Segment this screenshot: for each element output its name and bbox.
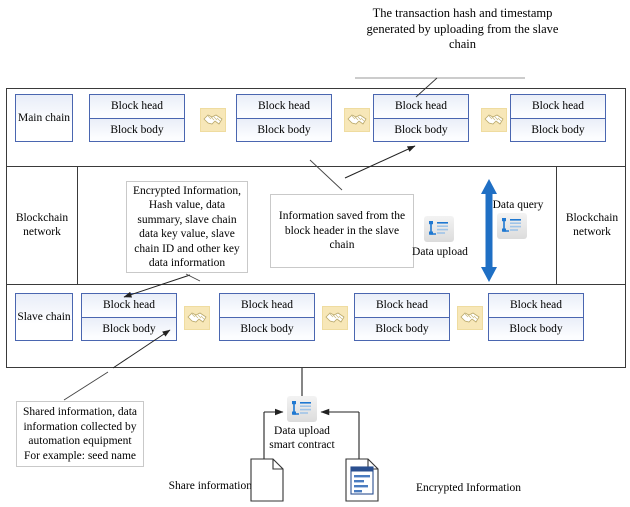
share-information-label: Share information	[168, 480, 252, 492]
slave-chain-block-1: Block head Block body	[81, 293, 177, 341]
data-query-label: Data query	[492, 199, 544, 211]
main-chain-block-1: Block head Block body	[89, 94, 185, 142]
data-upload-icon	[424, 216, 454, 242]
block-head: Block head	[220, 294, 314, 318]
slave-chain-label-text: Slave chain	[17, 311, 71, 323]
block-body: Block body	[374, 118, 468, 141]
handshake-icon	[200, 108, 226, 132]
block-body: Block body	[355, 317, 449, 340]
main-chain-block-2: Block head Block body	[236, 94, 332, 142]
handshake-icon	[481, 108, 507, 132]
slave-chain-block-2: Block head Block body	[219, 293, 315, 341]
handshake-icon	[322, 306, 348, 330]
encrypted-information-note: Encrypted Information, Hash value, data …	[126, 181, 248, 273]
row-divider-main-network	[6, 166, 626, 167]
smart-contract-label: Data upload smart contract	[269, 425, 335, 451]
handshake-icon	[184, 306, 210, 330]
share-information-doc-icon	[250, 458, 284, 502]
block-body: Block body	[82, 317, 176, 340]
main-chain-label-text: Main chain	[17, 112, 71, 124]
block-head: Block head	[489, 294, 583, 318]
block-body: Block body	[237, 118, 331, 141]
slave-chain-block-3: Block head Block body	[354, 293, 450, 341]
column-divider-left	[77, 166, 78, 284]
encrypted-information-doc-icon	[345, 458, 379, 502]
block-head: Block head	[355, 294, 449, 318]
handshake-icon	[457, 306, 483, 330]
blockchain-network-label-left: Blockchain network	[15, 211, 69, 239]
block-body: Block body	[489, 317, 583, 340]
encrypted-information-label: Encrypted Information	[416, 482, 522, 494]
main-chain-block-4: Block head Block body	[510, 94, 606, 142]
blockchain-network-label-right: Blockchain network	[565, 211, 619, 239]
main-chain-block-3: Block head Block body	[373, 94, 469, 142]
block-head: Block head	[374, 95, 468, 119]
slave-chain-block-4: Block head Block body	[488, 293, 584, 341]
diagram-canvas: The transaction hash and timestamp gener…	[0, 0, 630, 507]
shared-information-note: Shared information, data information col…	[16, 401, 144, 467]
block-head: Block head	[511, 95, 605, 119]
main-chain-label: Main chain	[15, 94, 73, 142]
block-head: Block head	[90, 95, 184, 119]
block-body: Block body	[90, 118, 184, 141]
slave-chain-label: Slave chain	[15, 293, 73, 341]
handshake-icon	[344, 108, 370, 132]
top-annotation-text: The transaction hash and timestamp gener…	[366, 6, 559, 51]
column-divider-right	[556, 166, 557, 284]
block-body: Block body	[511, 118, 605, 141]
data-upload-label: Data upload	[412, 246, 468, 258]
block-head: Block head	[82, 294, 176, 318]
block-head: Block head	[237, 95, 331, 119]
block-body: Block body	[220, 317, 314, 340]
data-query-icon	[497, 213, 527, 239]
row-divider-network-slave	[6, 284, 626, 285]
smart-contract-icon	[287, 396, 317, 422]
saved-block-header-note: Information saved from the block header …	[270, 194, 414, 268]
